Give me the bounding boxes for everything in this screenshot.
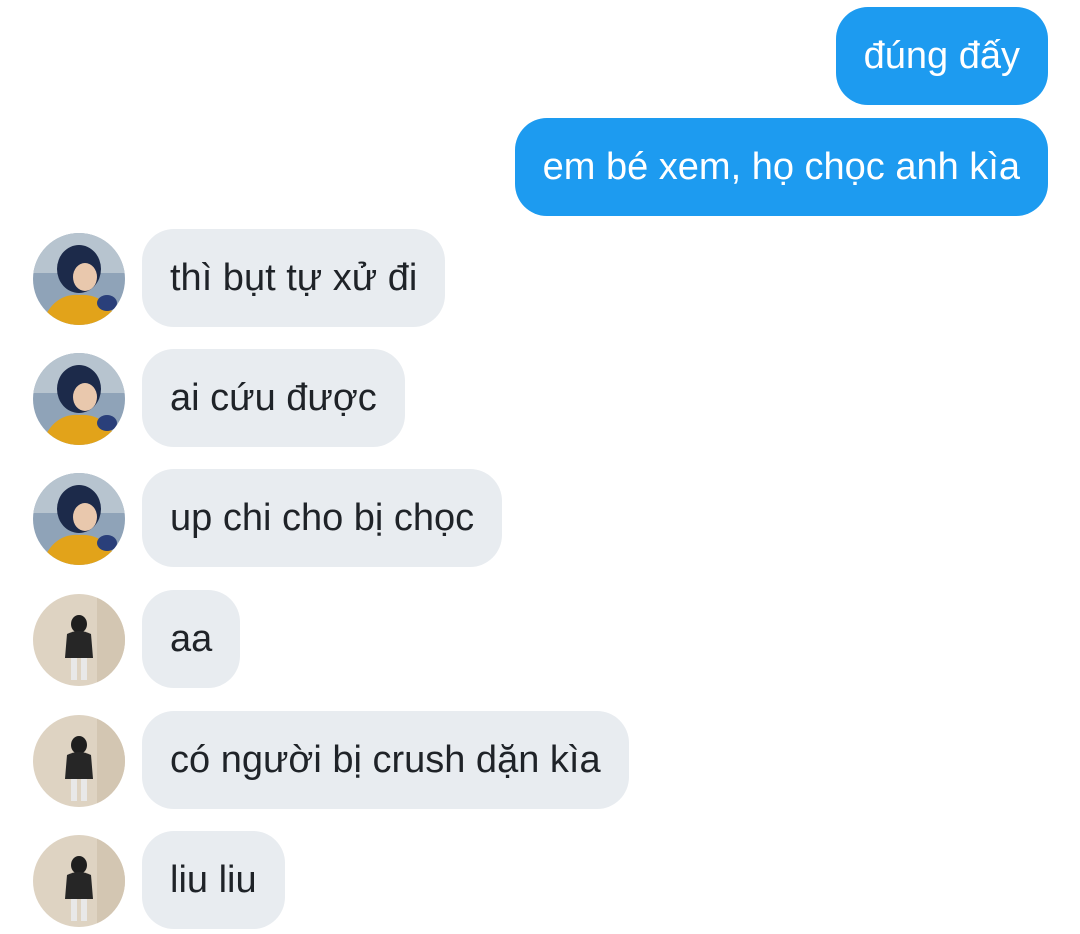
received-message[interactable]: có người bị crush dặn kìa bbox=[142, 711, 629, 809]
sent-message[interactable]: đúng đấy bbox=[835, 7, 1048, 105]
sent-message[interactable]: em bé xem, họ chọc anh kìa bbox=[514, 118, 1048, 216]
received-message[interactable]: thì bụt tự xử đi bbox=[142, 229, 446, 327]
contact-avatar[interactable] bbox=[33, 233, 125, 325]
received-message[interactable]: up chi cho bị chọc bbox=[142, 469, 503, 567]
contact-avatar[interactable] bbox=[33, 473, 125, 565]
received-message[interactable]: ai cứu được bbox=[142, 349, 405, 447]
received-message[interactable]: aa bbox=[142, 590, 241, 688]
contact-avatar[interactable] bbox=[33, 353, 125, 445]
received-message[interactable]: liu liu bbox=[142, 831, 285, 929]
contact-avatar[interactable] bbox=[33, 594, 125, 686]
contact-avatar[interactable] bbox=[33, 715, 125, 807]
contact-avatar[interactable] bbox=[33, 835, 125, 927]
chat-thread: đúng đấy em bé xem, họ chọc anh kìa thì … bbox=[0, 0, 1080, 934]
